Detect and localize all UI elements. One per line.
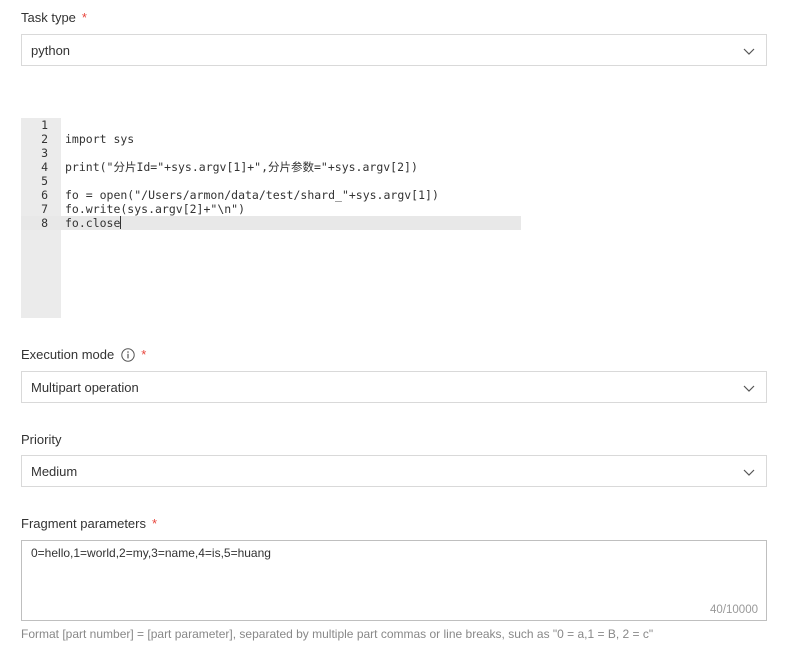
fragment-parameters-label: Fragment parameters * — [21, 516, 157, 531]
line-number: 3 — [41, 146, 48, 160]
fragment-parameters-label-text: Fragment parameters — [21, 516, 146, 531]
code-line: 6 fo = open("/Users/armon/data/test/shar… — [21, 188, 521, 202]
line-number: 2 — [41, 132, 48, 146]
execution-mode-select[interactable]: Multipart operation — [21, 371, 767, 403]
info-icon[interactable] — [121, 347, 135, 362]
line-text: import sys — [65, 132, 135, 146]
required-mark: * — [81, 10, 87, 25]
execution-mode-value: Multipart operation — [31, 379, 139, 395]
line-text: fo.close — [65, 216, 121, 230]
code-line: 1 — [21, 118, 521, 132]
chevron-down-icon — [743, 469, 755, 476]
code-editor[interactable]: 1 2 import sys 3 4 print("分片Id="+sys.arg… — [21, 118, 521, 318]
code-line-active: 8 fo.close — [21, 216, 521, 230]
task-type-select[interactable]: python — [21, 34, 767, 66]
priority-select[interactable]: Medium — [21, 455, 767, 487]
line-text-active: fo.close — [65, 216, 122, 230]
line-text: fo.write(sys.argv[2]+"\n") — [65, 202, 246, 216]
code-line: 2 import sys — [21, 132, 521, 146]
character-counter: 40/10000 — [710, 604, 758, 616]
line-number: 7 — [41, 202, 48, 216]
chevron-down-icon — [743, 385, 755, 392]
line-text: fo = open("/Users/armon/data/test/shard_… — [65, 188, 439, 202]
text-cursor — [120, 216, 122, 229]
task-type-label: Task type * — [21, 10, 87, 25]
priority-label-text: Priority — [21, 432, 62, 447]
task-type-label-text: Task type — [21, 10, 76, 25]
task-type-value: python — [31, 42, 71, 58]
fragment-parameters-value: 0=hello,1=world,2=my,3=name,4=is,5=huang — [31, 546, 271, 560]
code-line: 4 print("分片Id="+sys.argv[1]+",分片参数="+sys… — [21, 160, 521, 174]
required-mark: * — [152, 516, 158, 531]
execution-mode-label: Execution mode * — [21, 347, 146, 362]
code-line: 7 fo.write(sys.argv[2]+"\n") — [21, 202, 521, 216]
line-number: 6 — [41, 188, 48, 202]
priority-value: Medium — [31, 463, 78, 479]
fragment-parameters-textarea[interactable]: 0=hello,1=world,2=my,3=name,4=is,5=huang… — [21, 540, 767, 621]
code-line: 3 — [21, 146, 521, 160]
code-line: 5 — [21, 174, 521, 188]
line-number: 8 — [41, 216, 48, 230]
chevron-down-icon — [743, 48, 755, 55]
line-number: 5 — [41, 174, 48, 188]
fragment-parameters-hint: Format [part number] = [part parameter],… — [21, 627, 654, 641]
execution-mode-label-text: Execution mode — [21, 347, 115, 362]
required-mark: * — [141, 347, 147, 362]
line-text: print("分片Id="+sys.argv[1]+",分片参数="+sys.a… — [65, 160, 418, 174]
line-number: 4 — [41, 160, 48, 174]
line-number: 1 — [41, 118, 48, 132]
priority-label: Priority — [21, 432, 61, 447]
